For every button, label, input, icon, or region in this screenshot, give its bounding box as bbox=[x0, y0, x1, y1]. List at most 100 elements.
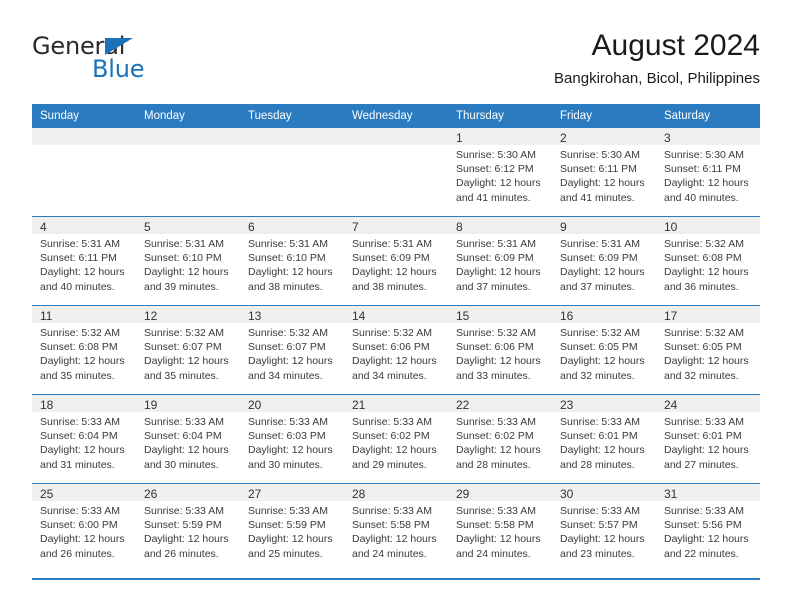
calendar-day-cell[interactable]: 20 Sunrise: 5:33 AM Sunset: 6:03 PM Dayligh… bbox=[240, 394, 344, 484]
day-number: 1 bbox=[456, 131, 463, 145]
calendar-day-cell[interactable]: 28 Sunrise: 5:33 AM Sunset: 5:58 PM Dayligh… bbox=[344, 483, 448, 572]
day-details: Sunrise: 5:30 AM Sunset: 6:12 PM Daylight:… bbox=[448, 145, 552, 205]
day-number: 14 bbox=[352, 309, 366, 323]
sunset-text: Sunset: 6:11 PM bbox=[664, 163, 741, 176]
day-cell-inner: 20 Sunrise: 5:33 AM Sunset: 6:03 PM Dayligh… bbox=[240, 395, 344, 483]
calendar-day-cell[interactable]: 12 Sunrise: 5:32 AM Sunset: 6:07 PM Dayligh… bbox=[136, 305, 240, 395]
daylight-text-line1: Daylight: 12 hours bbox=[352, 533, 437, 546]
calendar-day-cell[interactable]: 29 Sunrise: 5:33 AM Sunset: 5:58 PM Dayligh… bbox=[448, 483, 552, 572]
calendar-header-row: Sunday Monday Tuesday Wednesday Thursday… bbox=[32, 104, 760, 128]
calendar-day-cell[interactable]: 26 Sunrise: 5:33 AM Sunset: 5:59 PM Dayligh… bbox=[136, 483, 240, 572]
daylight-text-line1: Daylight: 12 hours bbox=[560, 444, 645, 457]
sunset-text: Sunset: 6:05 PM bbox=[664, 341, 742, 354]
day-number: 7 bbox=[352, 220, 359, 234]
calendar-day-cell[interactable]: 27 Sunrise: 5:33 AM Sunset: 5:59 PM Dayligh… bbox=[240, 483, 344, 572]
day-number-band bbox=[344, 128, 448, 145]
calendar-day-cell[interactable]: 22 Sunrise: 5:33 AM Sunset: 6:02 PM Dayligh… bbox=[448, 394, 552, 484]
daylight-text-line2: and 32 minutes. bbox=[664, 369, 739, 382]
daylight-text-line2: and 27 minutes. bbox=[664, 458, 739, 471]
daylight-text-line1: Daylight: 12 hours bbox=[248, 533, 333, 546]
page-title: August 2024 bbox=[591, 29, 760, 62]
sunrise-text: Sunrise: 5:33 AM bbox=[352, 505, 432, 517]
day-details: Sunrise: 5:31 AM Sunset: 6:10 PM Daylight:… bbox=[240, 234, 344, 294]
calendar-day-cell[interactable]: 10 Sunrise: 5:32 AM Sunset: 6:08 PM Dayligh… bbox=[656, 216, 760, 306]
day-number: 4 bbox=[40, 220, 47, 234]
calendar-day-cell[interactable]: 8 Sunrise: 5:31 AM Sunset: 6:09 PM Daylight… bbox=[448, 216, 552, 306]
weekday-header-wednesday: Wednesday bbox=[344, 104, 448, 128]
calendar-day-cell[interactable]: 15 Sunrise: 5:32 AM Sunset: 6:06 PM Dayligh… bbox=[448, 305, 552, 395]
calendar-day-cell[interactable]: 3 Sunrise: 5:30 AM Sunset: 6:11 PM Daylight… bbox=[656, 128, 760, 217]
day-details: Sunrise: 5:33 AM Sunset: 5:57 PM Daylight:… bbox=[552, 501, 656, 561]
sunrise-text: Sunrise: 5:33 AM bbox=[40, 416, 120, 428]
calendar-day-cell[interactable]: 21 Sunrise: 5:33 AM Sunset: 6:02 PM Dayligh… bbox=[344, 394, 448, 484]
day-details: Sunrise: 5:33 AM Sunset: 6:04 PM Daylight:… bbox=[32, 412, 136, 472]
daylight-text-line1: Daylight: 12 hours bbox=[40, 266, 125, 279]
sunset-text: Sunset: 6:11 PM bbox=[40, 252, 117, 265]
day-cell-inner: 22 Sunrise: 5:33 AM Sunset: 6:02 PM Dayligh… bbox=[448, 395, 552, 483]
calendar-day-cell[interactable]: 16 Sunrise: 5:32 AM Sunset: 6:05 PM Dayligh… bbox=[552, 305, 656, 395]
calendar-day-cell[interactable]: 19 Sunrise: 5:33 AM Sunset: 6:04 PM Dayligh… bbox=[136, 394, 240, 484]
calendar-day-cell[interactable]: 6 Sunrise: 5:31 AM Sunset: 6:10 PM Daylight… bbox=[240, 216, 344, 306]
calendar-day-cell[interactable]: 18 Sunrise: 5:33 AM Sunset: 6:04 PM Dayligh… bbox=[32, 394, 136, 484]
daylight-text-line1: Daylight: 12 hours bbox=[560, 533, 645, 546]
sunrise-text: Sunrise: 5:32 AM bbox=[560, 327, 640, 339]
day-number: 17 bbox=[664, 309, 678, 323]
calendar-day-cell[interactable]: 30 Sunrise: 5:33 AM Sunset: 5:57 PM Dayligh… bbox=[552, 483, 656, 572]
day-number-band: 20 bbox=[240, 395, 344, 412]
day-number: 28 bbox=[352, 487, 366, 501]
weekday-header-friday: Friday bbox=[552, 104, 656, 128]
day-number: 31 bbox=[664, 487, 678, 501]
calendar-day-cell[interactable]: 9 Sunrise: 5:31 AM Sunset: 6:09 PM Daylight… bbox=[552, 216, 656, 306]
day-cell-inner: 15 Sunrise: 5:32 AM Sunset: 6:06 PM Dayligh… bbox=[448, 306, 552, 394]
daylight-text-line1: Daylight: 12 hours bbox=[456, 355, 541, 368]
calendar-day-cell[interactable]: 7 Sunrise: 5:31 AM Sunset: 6:09 PM Daylight… bbox=[344, 216, 448, 306]
day-number-band: 27 bbox=[240, 484, 344, 501]
sunrise-text: Sunrise: 5:30 AM bbox=[560, 149, 640, 161]
day-number: 23 bbox=[560, 398, 574, 412]
calendar-day-cell[interactable]: 24 Sunrise: 5:33 AM Sunset: 6:01 PM Dayligh… bbox=[656, 394, 760, 484]
weekday-header-thursday: Thursday bbox=[448, 104, 552, 128]
calendar-day-cell[interactable]: 31 Sunrise: 5:33 AM Sunset: 5:56 PM Dayligh… bbox=[656, 483, 760, 572]
daylight-text-line2: and 28 minutes. bbox=[456, 458, 531, 471]
day-number-band: 3 bbox=[656, 128, 760, 145]
day-number-band: 22 bbox=[448, 395, 552, 412]
day-cell-inner: 24 Sunrise: 5:33 AM Sunset: 6:01 PM Dayligh… bbox=[656, 395, 760, 483]
calendar-day-cell[interactable]: 14 Sunrise: 5:32 AM Sunset: 6:06 PM Dayligh… bbox=[344, 305, 448, 395]
day-number-band: 25 bbox=[32, 484, 136, 501]
day-cell-inner: 31 Sunrise: 5:33 AM Sunset: 5:56 PM Dayligh… bbox=[656, 484, 760, 572]
daylight-text-line1: Daylight: 12 hours bbox=[248, 355, 333, 368]
day-number-band bbox=[240, 128, 344, 145]
daylight-text-line1: Daylight: 12 hours bbox=[40, 533, 125, 546]
calendar-week-row: 1 Sunrise: 5:30 AM Sunset: 6:12 PM Daylight… bbox=[32, 128, 760, 217]
day-details: Sunrise: 5:32 AM Sunset: 6:05 PM Daylight:… bbox=[656, 323, 760, 383]
general-blue-logo[interactable]: General Blue bbox=[32, 32, 202, 88]
daylight-text-line1: Daylight: 12 hours bbox=[456, 444, 541, 457]
day-number: 8 bbox=[456, 220, 463, 234]
day-cell-inner: 17 Sunrise: 5:32 AM Sunset: 6:05 PM Dayligh… bbox=[656, 306, 760, 394]
sunset-text: Sunset: 6:07 PM bbox=[144, 341, 222, 354]
calendar-day-cell[interactable]: 1 Sunrise: 5:30 AM Sunset: 6:12 PM Daylight… bbox=[448, 128, 552, 217]
sunset-text: Sunset: 6:05 PM bbox=[560, 341, 638, 354]
sunset-text: Sunset: 6:12 PM bbox=[456, 163, 534, 176]
daylight-text-line1: Daylight: 12 hours bbox=[664, 266, 749, 279]
calendar-page: General Blue August 2024 Bangkirohan, Bi… bbox=[0, 0, 792, 612]
sunrise-text: Sunrise: 5:33 AM bbox=[352, 416, 432, 428]
day-details: Sunrise: 5:31 AM Sunset: 6:09 PM Daylight:… bbox=[344, 234, 448, 294]
sunset-text: Sunset: 6:04 PM bbox=[40, 430, 118, 443]
calendar-day-cell[interactable]: 25 Sunrise: 5:33 AM Sunset: 6:00 PM Dayligh… bbox=[32, 483, 136, 572]
calendar-day-cell[interactable]: 2 Sunrise: 5:30 AM Sunset: 6:11 PM Daylight… bbox=[552, 128, 656, 217]
calendar-day-cell[interactable]: 5 Sunrise: 5:31 AM Sunset: 6:10 PM Daylight… bbox=[136, 216, 240, 306]
day-details: Sunrise: 5:33 AM Sunset: 5:58 PM Daylight:… bbox=[344, 501, 448, 561]
daylight-text-line2: and 38 minutes. bbox=[352, 280, 427, 293]
calendar-day-cell[interactable]: 13 Sunrise: 5:32 AM Sunset: 6:07 PM Dayligh… bbox=[240, 305, 344, 395]
daylight-text-line2: and 22 minutes. bbox=[664, 547, 739, 560]
day-details: Sunrise: 5:30 AM Sunset: 6:11 PM Daylight:… bbox=[552, 145, 656, 205]
calendar-day-cell[interactable]: 17 Sunrise: 5:32 AM Sunset: 6:05 PM Dayligh… bbox=[656, 305, 760, 395]
sunrise-text: Sunrise: 5:33 AM bbox=[560, 505, 640, 517]
day-details: Sunrise: 5:33 AM Sunset: 5:59 PM Daylight:… bbox=[240, 501, 344, 561]
day-cell-inner: 14 Sunrise: 5:32 AM Sunset: 6:06 PM Dayligh… bbox=[344, 306, 448, 394]
daylight-text-line2: and 39 minutes. bbox=[144, 280, 219, 293]
calendar-day-cell[interactable]: 11 Sunrise: 5:32 AM Sunset: 6:08 PM Dayligh… bbox=[32, 305, 136, 395]
calendar-day-cell[interactable]: 4 Sunrise: 5:31 AM Sunset: 6:11 PM Daylight… bbox=[32, 216, 136, 306]
calendar-day-cell[interactable]: 23 Sunrise: 5:33 AM Sunset: 6:01 PM Dayligh… bbox=[552, 394, 656, 484]
